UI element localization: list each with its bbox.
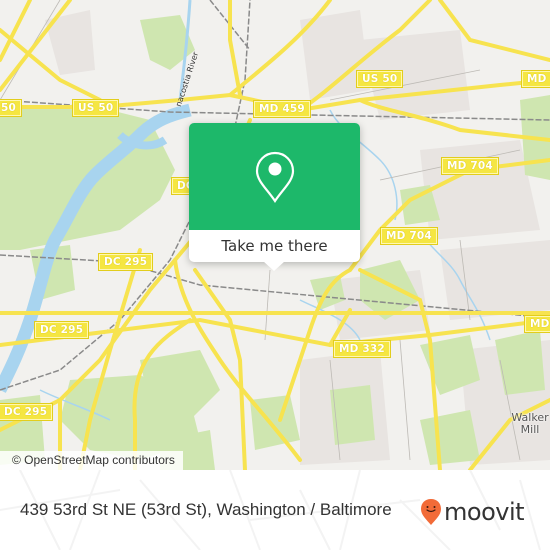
road-shield-md459: MD 459 bbox=[253, 100, 311, 118]
take-me-there-button[interactable]: Take me there bbox=[189, 230, 360, 262]
place-label-walker-mill-line2: Mill bbox=[520, 423, 540, 436]
moovit-pin-icon bbox=[421, 499, 441, 525]
moovit-wordmark: moovit bbox=[444, 498, 525, 526]
road-shield-md: MD bbox=[524, 315, 550, 333]
map-view[interactable]: 50 US 50 US 50 MD 459 MD 7 MD 704 MD 704… bbox=[0, 0, 550, 470]
popup-header[interactable] bbox=[189, 123, 360, 230]
road-shield-us50: US 50 bbox=[355, 70, 404, 88]
road-shield-md704: MD 704 bbox=[441, 157, 499, 175]
road-shield-dc295: DC 295 bbox=[97, 253, 154, 271]
map-attribution[interactable]: © OpenStreetMap contributors bbox=[0, 451, 183, 470]
road-shield-dc295: DC 295 bbox=[33, 321, 90, 339]
road-shield-md332: MD 332 bbox=[333, 340, 391, 358]
road-shield-us50: 50 bbox=[0, 99, 23, 117]
moovit-logo[interactable]: moovit bbox=[420, 497, 525, 527]
place-label-walker-mill: Walker Mill bbox=[500, 412, 550, 436]
road-shield-md: MD 7 bbox=[521, 70, 550, 88]
road-shield-dc295: DC 295 bbox=[0, 403, 54, 421]
road-shield-md704: MD 704 bbox=[380, 227, 438, 245]
map-pin-icon bbox=[255, 151, 294, 203]
address-text: 439 53rd St NE (53rd St), Washington / B… bbox=[20, 500, 392, 519]
road-shield-us50: US 50 bbox=[71, 99, 120, 117]
popup-pointer bbox=[263, 261, 285, 271]
footer: 439 53rd St NE (53rd St), Washington / B… bbox=[0, 470, 550, 550]
take-me-there-popup[interactable]: Take me there bbox=[189, 123, 360, 271]
